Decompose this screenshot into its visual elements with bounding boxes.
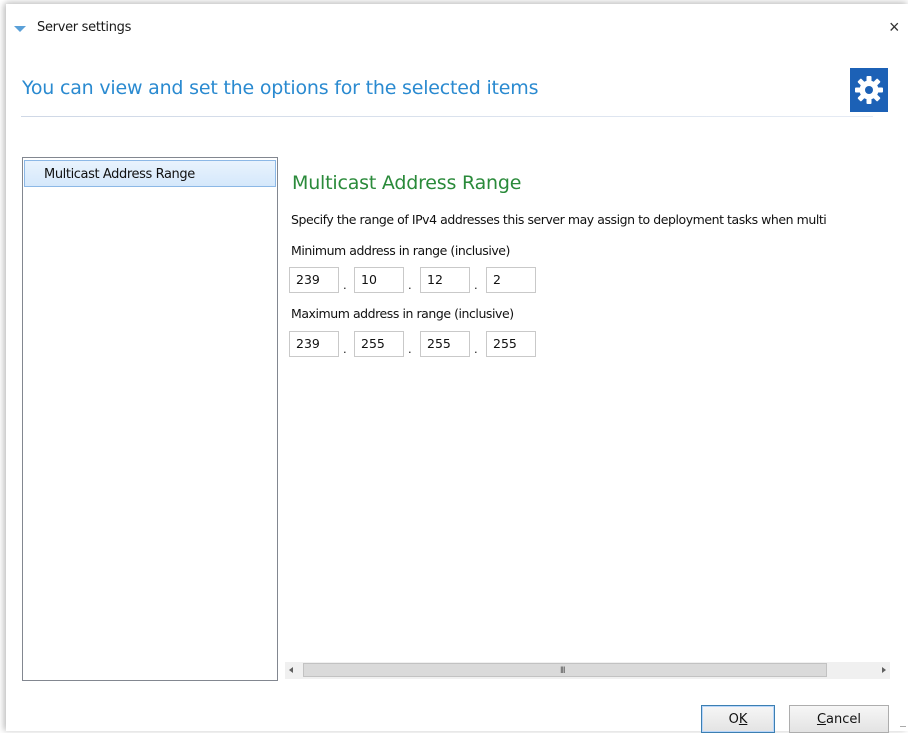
max-octet-2-input[interactable]: 255 — [354, 331, 404, 357]
window-title: Server settings — [37, 20, 132, 35]
min-octet-3-input[interactable]: 12 — [420, 267, 470, 293]
cancel-button[interactable]: Cancel — [789, 705, 889, 733]
cancel-button-label: ancel — [826, 712, 862, 727]
horizontal-scrollbar[interactable]: III — [285, 662, 890, 679]
min-address-label: Minimum address in range (inclusive) — [291, 243, 510, 258]
max-octet-4-input[interactable]: 255 — [486, 331, 536, 357]
octet-separator: . — [343, 277, 347, 292]
nav-item-multicast-address-range[interactable]: Multicast Address Range — [24, 160, 276, 187]
collapse-arrow-icon[interactable] — [14, 26, 26, 32]
octet-separator: . — [474, 277, 478, 292]
max-address-label: Maximum address in range (inclusive) — [291, 306, 514, 321]
min-octet-2-input[interactable]: 10 — [354, 267, 404, 293]
ok-accelerator: K — [738, 712, 748, 727]
section-description: Specify the range of IPv4 addresses this… — [291, 212, 827, 227]
min-octet-1-input[interactable]: 239 — [289, 267, 339, 293]
header-text: You can view and set the options for the… — [22, 77, 539, 99]
scroll-right-arrow-icon[interactable] — [882, 667, 886, 673]
title-bar: Server settings × — [6, 4, 908, 44]
scroll-thumb[interactable]: III — [303, 663, 827, 677]
ok-button-label: O — [728, 712, 739, 727]
section-title: Multicast Address Range — [292, 172, 522, 194]
max-octet-3-input[interactable]: 255 — [420, 331, 470, 357]
octet-separator: . — [408, 341, 412, 356]
max-octet-1-input[interactable]: 239 — [289, 331, 339, 357]
octet-separator: . — [408, 277, 412, 292]
server-settings-dialog: Server settings × You can view and set t… — [6, 4, 908, 733]
octet-separator: . — [474, 341, 478, 356]
resize-grip-icon[interactable] — [900, 720, 906, 727]
min-octet-4-input[interactable]: 2 — [486, 267, 536, 293]
header-divider — [21, 116, 873, 117]
octet-separator: . — [343, 341, 347, 356]
ok-button[interactable]: OK — [701, 705, 775, 733]
cancel-accelerator: C — [816, 712, 827, 727]
scroll-left-arrow-icon[interactable] — [289, 667, 293, 673]
scroll-grip: III — [560, 665, 565, 675]
close-icon[interactable]: × — [889, 18, 900, 36]
nav-item-label: Multicast Address Range — [44, 167, 195, 182]
settings-nav-list[interactable]: Multicast Address Range — [22, 157, 278, 681]
gear-icon — [850, 68, 888, 112]
